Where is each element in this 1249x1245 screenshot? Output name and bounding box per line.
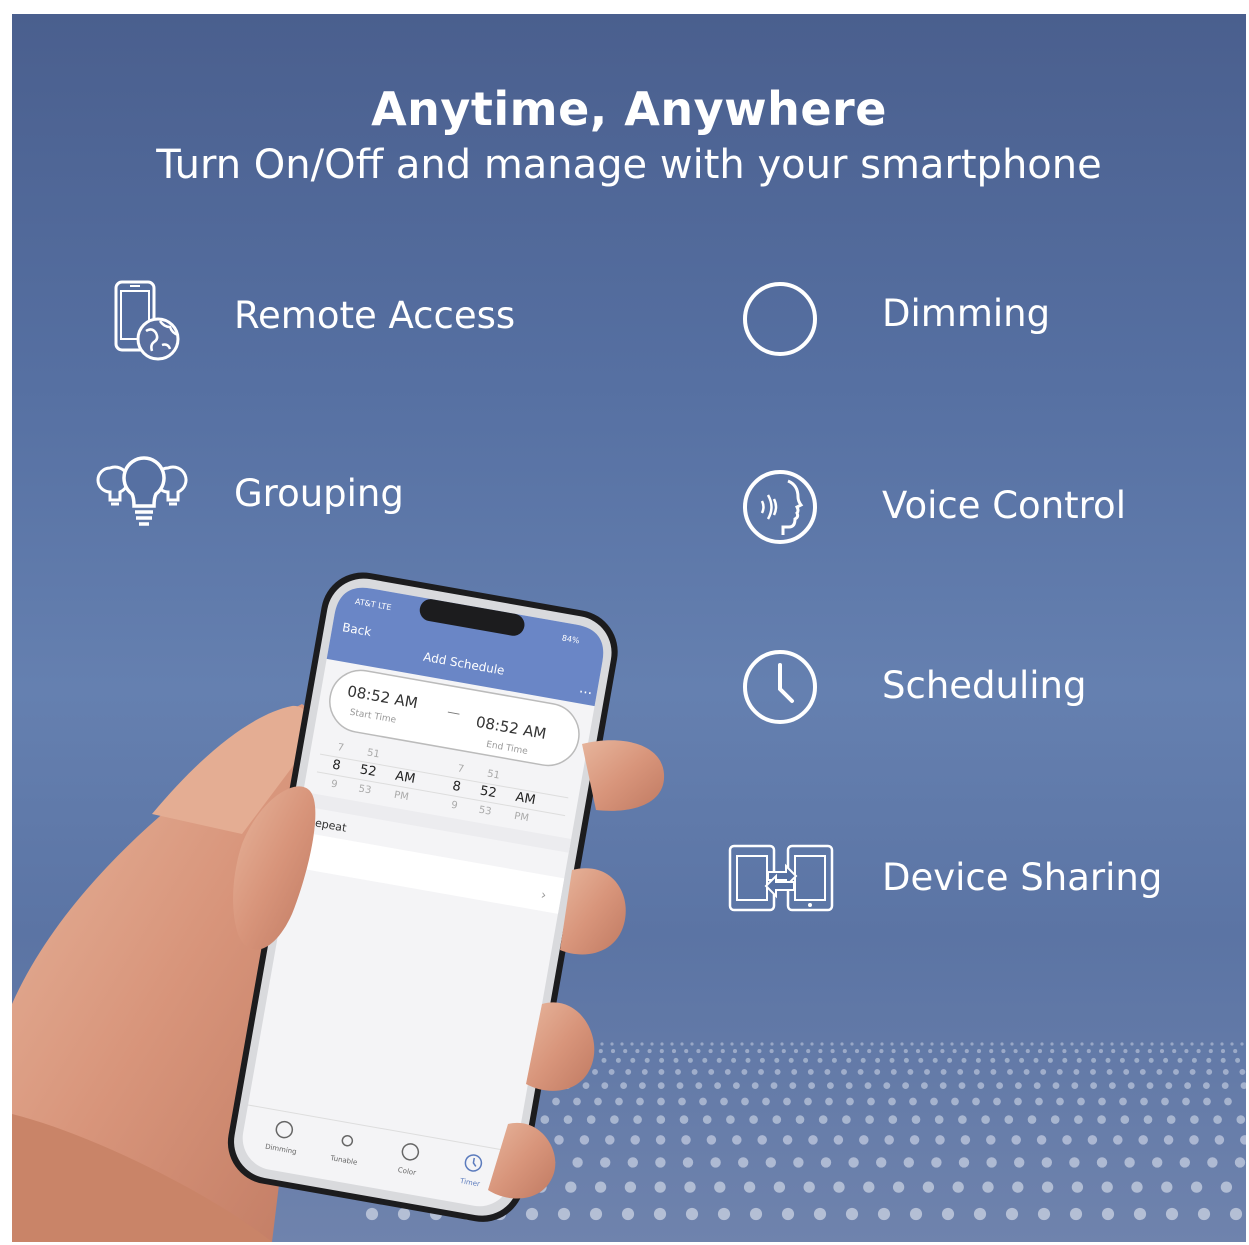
picker-item: 52 (359, 762, 378, 780)
hand-holding-phone: AT&T LTE 84% Back Add Schedule ... 08:52… (12, 572, 665, 1242)
range-dash: — (446, 705, 461, 722)
picker-item: 53 (478, 805, 492, 818)
picker-item: 51 (366, 747, 380, 760)
promo-panel: Anytime, Anywhere Turn On/Off and manage… (12, 14, 1246, 1242)
picker-item: 52 (479, 784, 498, 802)
more-menu-button[interactable]: ... (578, 680, 594, 698)
picker-item: 53 (358, 783, 372, 796)
picker-item: 51 (486, 769, 500, 782)
